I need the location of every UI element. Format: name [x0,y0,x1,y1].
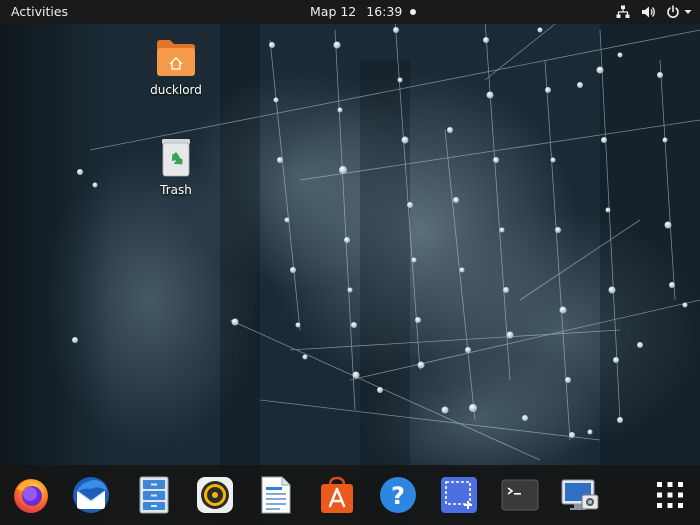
show-applications-button[interactable] [650,475,690,515]
dock-screenshot[interactable] [439,475,479,515]
clock-date: Мар 12 [310,4,357,19]
help-icon: ? [380,477,416,513]
volume-icon [640,4,656,20]
dock-remote-desktop[interactable] [560,475,600,515]
chevron-down-icon [684,4,692,20]
file-manager-icon [139,476,169,514]
home-folder-icon [154,38,198,82]
system-tray[interactable] [606,0,692,24]
desktop-icon-home[interactable]: ducklord [146,38,206,97]
firefox-icon [14,479,48,513]
notification-dot [410,8,417,15]
wallpaper [0,0,700,525]
dock-help[interactable]: ? [378,475,418,515]
screenshot-icon [441,477,477,513]
desktop-icon-label: ducklord [150,83,202,97]
libreoffice-writer-icon [261,476,291,514]
dock: ? [0,465,700,525]
svg-text:?: ? [391,482,405,510]
clock-time: 16:39 [366,4,403,19]
clock-button[interactable]: Мар 12 16:39 [310,0,417,24]
desktop-icon-trash[interactable]: Trash [146,138,206,197]
dock-software[interactable] [317,475,357,515]
desktop-icon-label: Trash [160,183,192,197]
remote-desktop-icon [561,479,599,510]
power-icon [665,4,681,20]
desktop-screen: Activities Мар 12 16:39 ducklord Trash ? [0,0,700,525]
trash-icon [154,138,198,182]
rhythmbox-icon [197,477,233,513]
terminal-icon [501,479,539,511]
top-bar: Activities Мар 12 16:39 [0,0,700,24]
activities-button[interactable]: Activities [11,0,68,24]
dock-firefox[interactable] [11,475,51,515]
network-icon [615,4,631,20]
dock-files[interactable] [134,475,174,515]
show-applications-icon [657,482,683,508]
dock-writer[interactable] [256,475,296,515]
dock-rhythmbox[interactable] [195,475,235,515]
software-center-icon [321,476,353,513]
dock-thunderbird[interactable] [71,475,111,515]
dock-terminal[interactable] [500,475,540,515]
thunderbird-icon [73,477,109,513]
